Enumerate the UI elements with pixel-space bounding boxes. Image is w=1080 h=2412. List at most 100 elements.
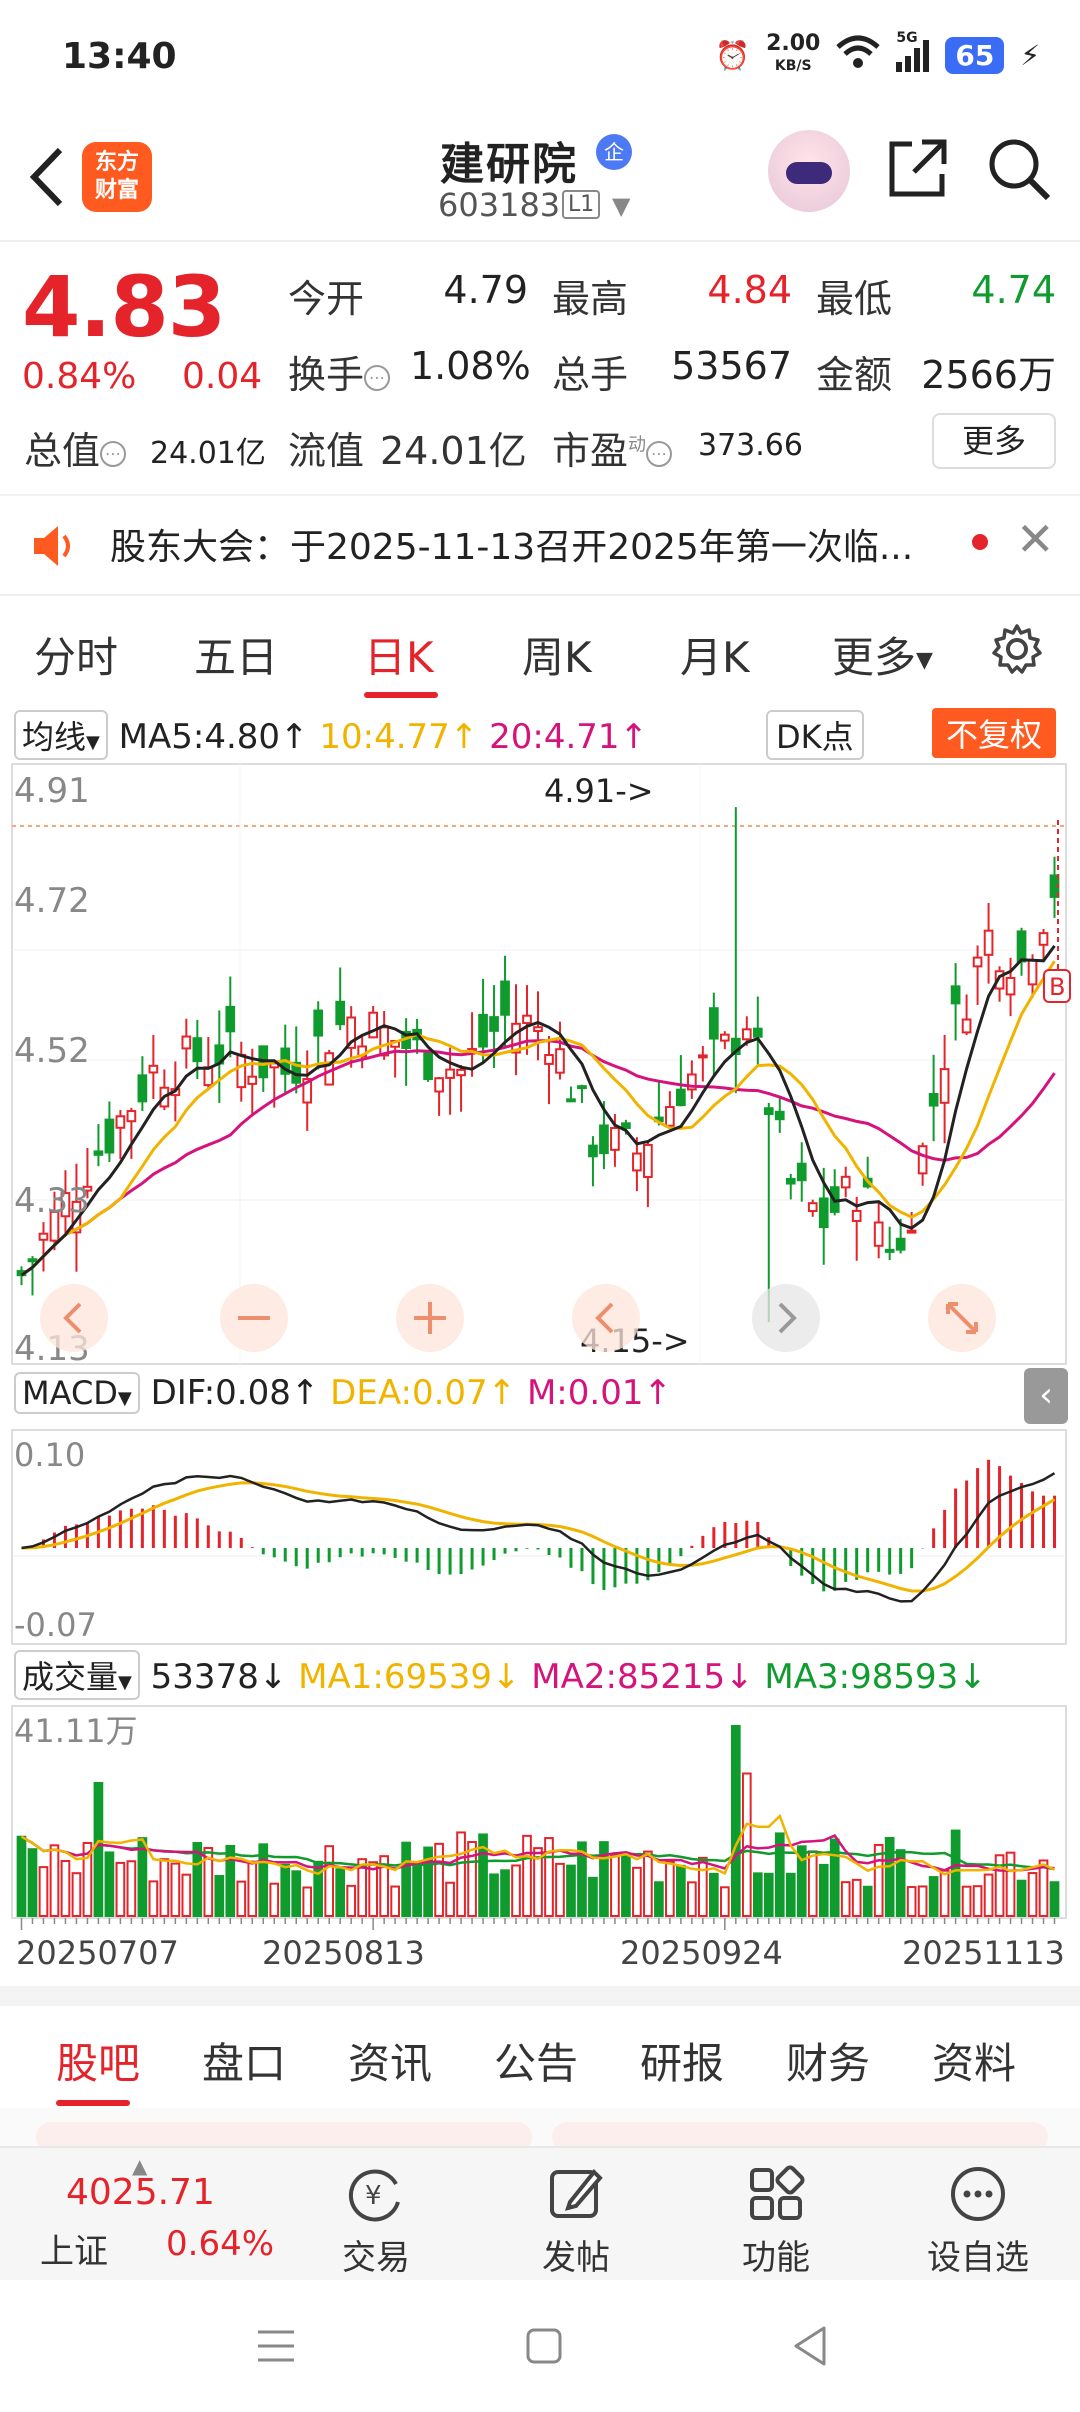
scroll-left-button[interactable] bbox=[572, 1284, 640, 1352]
more-button[interactable]: 更多 bbox=[932, 413, 1056, 469]
index-pct[interactable]: 0.64% bbox=[166, 2224, 274, 2264]
mktcap-label: 总值 ⋯ bbox=[24, 420, 127, 475]
notice-text[interactable]: 股东大会：于2025-11-13召开2025年第一次临... bbox=[110, 518, 913, 570]
volume-bar bbox=[566, 1864, 576, 1917]
dk-point-toggle[interactable]: DK点 bbox=[766, 710, 864, 760]
float-value: 24.01亿 bbox=[380, 429, 527, 473]
zoom-in-button[interactable] bbox=[396, 1284, 464, 1352]
search-icon[interactable] bbox=[984, 134, 1054, 204]
share-icon[interactable] bbox=[882, 134, 952, 204]
volume-bar bbox=[697, 1856, 708, 1918]
add-watchlist-button[interactable]: 设自选 bbox=[908, 2158, 1048, 2279]
candle bbox=[423, 1049, 433, 1082]
candle bbox=[829, 1169, 840, 1216]
candle bbox=[566, 1086, 576, 1103]
status-time: 13:40 bbox=[62, 36, 177, 77]
menu-icon[interactable] bbox=[256, 2326, 296, 2370]
back-button[interactable] bbox=[22, 142, 82, 212]
volume-bar bbox=[335, 1868, 346, 1917]
vol-ma2-value: MA2:85215↓ bbox=[531, 1657, 754, 1697]
max-annotation: 4.91-> bbox=[544, 772, 654, 810]
dea-value: DEA:0.07↑ bbox=[330, 1373, 517, 1413]
tab-month-k[interactable]: 月K bbox=[680, 624, 750, 685]
adjust-toggle[interactable]: 不复权 bbox=[932, 708, 1057, 758]
date-label: 20250707 bbox=[16, 1934, 179, 1972]
gear-icon[interactable] bbox=[990, 622, 1044, 676]
functions-button[interactable]: 功能 bbox=[706, 2158, 846, 2279]
candle bbox=[983, 902, 994, 984]
close-icon[interactable]: ✕ bbox=[1016, 512, 1055, 566]
candle bbox=[654, 1080, 664, 1126]
candle bbox=[214, 1010, 225, 1103]
volume-bar bbox=[632, 1866, 642, 1917]
volume-bar bbox=[665, 1860, 675, 1918]
tab-profile[interactable]: 资料 bbox=[932, 2030, 1016, 2091]
post-button[interactable]: 发帖 bbox=[506, 2158, 646, 2279]
tab-guba[interactable]: 股吧 bbox=[56, 2030, 140, 2091]
candle bbox=[445, 1047, 455, 1115]
stock-header: 东方 财富 建研院 企 603183 L1 ▼ bbox=[0, 120, 1080, 240]
tab-announcement[interactable]: 公告 bbox=[494, 2030, 578, 2091]
trade-button[interactable]: ¥ 交易 bbox=[306, 2158, 446, 2279]
ma10-value: 10:4.77↑ bbox=[319, 717, 479, 757]
scroll-left-fast-button[interactable] bbox=[40, 1284, 108, 1352]
caret-down-icon[interactable]: ▼ bbox=[612, 192, 630, 220]
volume-bar bbox=[511, 1864, 521, 1917]
volume-bar bbox=[500, 1869, 510, 1918]
volume-bar bbox=[104, 1851, 115, 1917]
volume-select[interactable]: 成交量▼ bbox=[14, 1650, 140, 1700]
back-nav-icon[interactable] bbox=[790, 2324, 830, 2372]
zoom-out-button[interactable] bbox=[220, 1284, 288, 1352]
volume-bar bbox=[961, 1885, 972, 1917]
tab-week-k[interactable]: 周K bbox=[522, 624, 592, 685]
volume-bar bbox=[599, 1841, 609, 1917]
volume-bar bbox=[730, 1725, 741, 1917]
macd-select[interactable]: MACD▼ bbox=[14, 1372, 140, 1414]
volume-bar bbox=[291, 1870, 302, 1917]
candle bbox=[522, 985, 532, 1055]
volume-bar bbox=[280, 1863, 291, 1918]
indicator-select[interactable]: 均线▼ bbox=[14, 710, 108, 760]
fullscreen-button[interactable] bbox=[928, 1284, 996, 1352]
date-label: 20251113 bbox=[902, 1934, 1065, 1972]
candle bbox=[917, 1142, 928, 1186]
info-icon[interactable]: ⋯ bbox=[646, 440, 673, 467]
tab-minute[interactable]: 分时 bbox=[34, 624, 118, 685]
volume-bar bbox=[917, 1885, 928, 1917]
ai-assistant-icon[interactable] bbox=[768, 130, 850, 212]
candle bbox=[456, 1064, 466, 1112]
macd-chart[interactable]: 0.10 -0.07 bbox=[0, 1428, 1080, 1646]
candle bbox=[785, 1173, 796, 1200]
volume-bar bbox=[49, 1844, 60, 1917]
tab-five-day[interactable]: 五日 bbox=[194, 624, 278, 685]
tab-research[interactable]: 研报 bbox=[640, 2030, 724, 2091]
kline-chart[interactable]: 4.91 4.72 4.52 4.33 4.13 4.91-> 4.15-> B bbox=[0, 760, 1080, 1368]
candle bbox=[225, 976, 236, 1058]
volume-bar bbox=[950, 1829, 961, 1917]
volume-bar bbox=[708, 1872, 719, 1918]
stock-code[interactable]: 603183 bbox=[438, 186, 560, 224]
tab-news[interactable]: 资讯 bbox=[348, 2030, 432, 2091]
turnover-label: 换手 ⋯ bbox=[288, 344, 391, 399]
volume-bar bbox=[610, 1853, 620, 1917]
collapse-panel-button[interactable]: ‹ bbox=[1024, 1368, 1068, 1424]
tab-day-k[interactable]: 日K bbox=[364, 624, 434, 685]
info-icon[interactable]: ⋯ bbox=[364, 364, 391, 391]
candle bbox=[555, 1021, 565, 1080]
tab-finance[interactable]: 财务 bbox=[786, 2030, 870, 2091]
volume-bar bbox=[445, 1881, 455, 1917]
index-name[interactable]: 上证 bbox=[40, 2224, 108, 2273]
tab-more[interactable]: 更多▼ bbox=[832, 624, 933, 685]
candle bbox=[873, 1202, 884, 1259]
price-tick: 4.91 bbox=[14, 771, 90, 811]
tab-pankou[interactable]: 盘口 bbox=[202, 2030, 286, 2091]
scroll-right-button[interactable] bbox=[752, 1284, 820, 1352]
volume-chart[interactable]: 41.11万 bbox=[0, 1704, 1080, 1930]
ma5-value: MA5:4.80↑ bbox=[118, 717, 309, 757]
home-icon[interactable] bbox=[524, 2326, 564, 2370]
notice-bar[interactable]: 股东大会：于2025-11-13召开2025年第一次临... ✕ bbox=[0, 496, 1080, 594]
index-value[interactable]: 4025.71 bbox=[66, 2172, 215, 2213]
info-icon[interactable]: ⋯ bbox=[100, 440, 127, 467]
date-label: 20250924 bbox=[620, 1934, 783, 1972]
divider bbox=[0, 1986, 1080, 2006]
